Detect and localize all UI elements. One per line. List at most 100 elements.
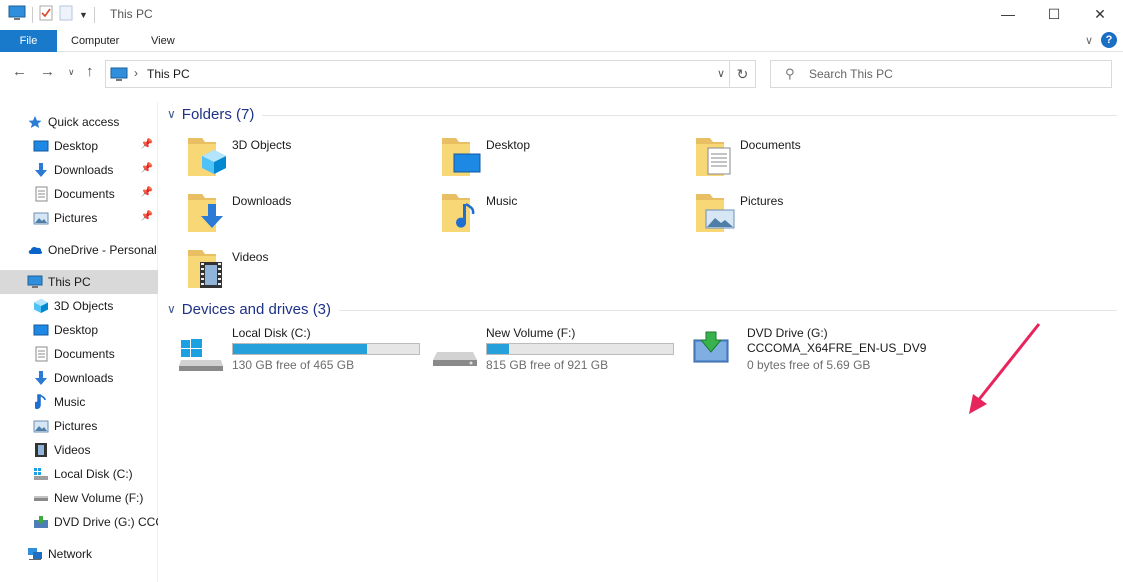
content-pane: ∨ Folders (7) 3D Objects Desktop Documen…: [162, 100, 1122, 582]
folder-label: Desktop: [486, 138, 531, 152]
annotation-arrow: [969, 323, 1041, 414]
group-title: Folders (7): [181, 105, 255, 123]
drive-name: Local Disk (C:): [232, 326, 311, 340]
recent-locations-icon[interactable]: ∨: [68, 67, 75, 78]
chevron-down-icon[interactable]: ∨: [167, 302, 176, 316]
sidebar-item-label: OneDrive - Personal: [48, 243, 157, 257]
sidebar-item-new-volume-f[interactable]: New Volume (F:): [0, 486, 158, 510]
this-pc-icon: [110, 67, 128, 85]
divider: [93, 6, 95, 23]
sidebar-item-onedrive[interactable]: OneDrive - Personal: [0, 238, 158, 262]
chevron-down-icon[interactable]: ∨: [167, 107, 176, 121]
folder-tile-documents[interactable]: Documents: [694, 134, 944, 186]
folder-label: 3D Objects: [232, 138, 292, 152]
sidebar-item-pictures[interactable]: Pictures 📌: [0, 206, 158, 230]
properties-icon[interactable]: [39, 5, 53, 24]
drive-free-space: 130 GB free of 465 GB: [232, 358, 355, 372]
devices-group-header[interactable]: ∨ Devices and drives (3): [167, 298, 1117, 320]
sidebar-item-downloads[interactable]: Downloads 📌: [0, 158, 158, 182]
sidebar-item-music[interactable]: Music: [0, 390, 158, 414]
desktop-icon: [33, 138, 49, 154]
sidebar-item-downloads-pc[interactable]: Downloads: [0, 366, 158, 390]
chevron-down-icon[interactable]: ∨: [717, 67, 725, 80]
back-arrow-icon[interactable]: ←: [12, 63, 27, 80]
film-strip-icon: [33, 442, 49, 458]
close-icon[interactable]: ✕: [1077, 0, 1123, 28]
chevron-right-icon[interactable]: ›: [134, 66, 138, 80]
help-icon[interactable]: ?: [1101, 32, 1117, 48]
sidebar-item-videos[interactable]: Videos: [0, 438, 158, 462]
sidebar-item-3d-objects[interactable]: 3D Objects: [0, 294, 158, 318]
forward-arrow-icon[interactable]: →: [40, 63, 55, 80]
pin-icon[interactable]: 📌: [141, 211, 153, 222]
sidebar-item-label: Music: [54, 395, 86, 409]
drive-name: DVD Drive (G:): [747, 326, 828, 340]
sidebar-item-label: Pictures: [54, 419, 98, 433]
pin-icon[interactable]: 📌: [141, 139, 153, 150]
sidebar-item-desktop[interactable]: Desktop 📌: [0, 134, 158, 158]
picture-icon: [33, 210, 49, 226]
search-input[interactable]: [809, 65, 1099, 83]
this-pc-icon: [27, 274, 43, 290]
sidebar-item-network[interactable]: Network: [0, 542, 158, 566]
expand-ribbon-icon[interactable]: ∨: [1085, 34, 1093, 47]
up-arrow-icon[interactable]: ↑: [86, 63, 94, 80]
divider: [262, 114, 1117, 116]
drive-usage-fill: [233, 344, 367, 354]
folder-pictures-icon: [694, 190, 742, 238]
pin-icon[interactable]: 📌: [141, 187, 153, 198]
drive-tile-new-volume-f[interactable]: New Volume (F:) 815 GB free of 921 GB: [431, 326, 681, 386]
folder-music-icon: [440, 190, 488, 238]
folder-tile-downloads[interactable]: Downloads: [186, 190, 436, 242]
windows-drive-icon: [177, 326, 225, 374]
window-controls: — ☐ ✕: [985, 0, 1123, 28]
folder-label: Videos: [232, 250, 269, 264]
folder-tile-desktop[interactable]: Desktop: [440, 134, 690, 186]
refresh-icon[interactable]: ↻: [729, 61, 755, 87]
dvd-drive-icon: [33, 514, 49, 530]
picture-icon: [33, 418, 49, 434]
folder-tile-3d-objects[interactable]: 3D Objects: [186, 134, 436, 186]
sidebar-item-label: 3D Objects: [54, 299, 114, 313]
drive-tile-dvd-drive-g[interactable]: DVD Drive (G:) CCCOMA_X64FRE_EN-US_DV9 0…: [692, 326, 952, 386]
folder-label: Music: [486, 194, 518, 208]
drive-tile-local-disk-c[interactable]: Local Disk (C:) 130 GB free of 465 GB: [177, 326, 427, 386]
folder-3d-objects-icon: [186, 134, 234, 182]
sidebar-item-desktop-pc[interactable]: Desktop: [0, 318, 158, 342]
sidebar-item-this-pc[interactable]: This PC: [0, 270, 158, 294]
sidebar-item-dvd-drive-g[interactable]: DVD Drive (G:) CCC: [0, 510, 158, 534]
document-icon: [33, 186, 49, 202]
sidebar-item-documents-pc[interactable]: Documents: [0, 342, 158, 366]
minimize-icon[interactable]: —: [985, 0, 1031, 28]
tab-file[interactable]: File: [0, 30, 57, 52]
folder-tile-music[interactable]: Music: [440, 190, 690, 242]
sidebar-item-label: Network: [48, 547, 93, 561]
breadcrumb[interactable]: This PC: [147, 67, 190, 81]
sidebar-item-label: New Volume (F:): [54, 491, 144, 505]
windows-drive-icon: [33, 466, 49, 482]
sidebar-item-quick-access[interactable]: Quick access: [0, 110, 158, 134]
sidebar-item-documents[interactable]: Documents 📌: [0, 182, 158, 206]
pin-icon[interactable]: 📌: [141, 163, 153, 174]
sidebar-item-label: Quick access: [48, 115, 120, 129]
drive-usage-fill: [487, 344, 510, 354]
star-icon: [27, 114, 43, 130]
maximize-icon[interactable]: ☐: [1031, 0, 1077, 28]
divider: [32, 6, 33, 23]
tab-view[interactable]: View: [151, 30, 175, 52]
tab-computer[interactable]: Computer: [71, 30, 119, 52]
navigation-bar: ← → ∨ ↑ › This PC ∨ ↻ ⚲: [0, 53, 1123, 93]
folder-label: Documents: [740, 138, 801, 152]
new-folder-icon[interactable]: [59, 5, 73, 24]
ribbon-right: ∨ ?: [1085, 32, 1117, 48]
sidebar-item-local-disk-c[interactable]: Local Disk (C:): [0, 462, 158, 486]
folders-group-header[interactable]: ∨ Folders (7): [167, 103, 1117, 125]
drive-usage-bar: [232, 343, 420, 355]
customize-toolbar-icon[interactable]: ▼: [79, 10, 88, 20]
folder-tile-videos[interactable]: Videos: [186, 246, 436, 298]
sidebar-item-pictures-pc[interactable]: Pictures: [0, 414, 158, 438]
address-bar[interactable]: › This PC ∨ ↻: [105, 60, 756, 88]
search-box[interactable]: ⚲: [770, 60, 1112, 88]
sidebar-item-label: This PC: [48, 275, 91, 289]
folder-tile-pictures[interactable]: Pictures: [694, 190, 944, 242]
